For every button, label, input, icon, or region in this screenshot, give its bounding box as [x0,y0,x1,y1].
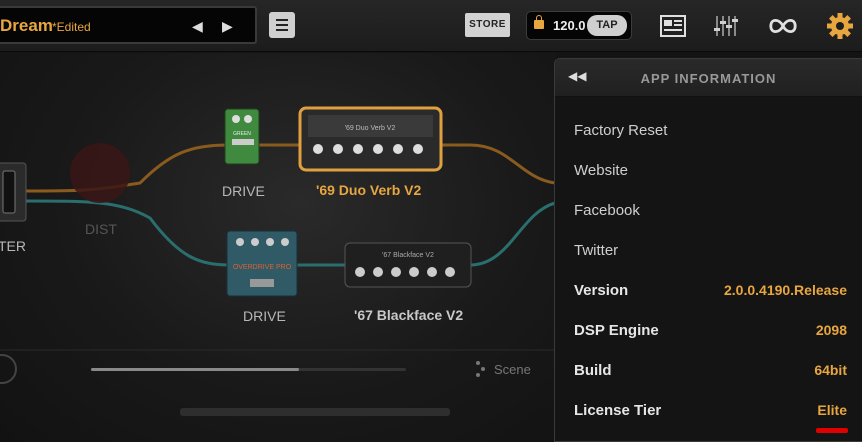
svg-text:OVERDRIVE PRO: OVERDRIVE PRO [233,264,292,271]
preset-selector[interactable]: Dream *Edited ◀ ▶ [0,6,257,44]
panel-title: APP INFORMATION [640,71,777,86]
license-tier-value: Elite [817,402,847,418]
panel-header: ◀◀ APP INFORMATION [555,59,862,97]
dsp-engine-row: DSP Engine 2098 [555,311,862,351]
top-drive-label[interactable]: DRIVE [222,183,265,199]
version-row: Version 2.0.0.4190.Release [555,271,862,311]
bottom-drive-label[interactable]: DRIVE [243,308,286,324]
build-row: Build 64bit [555,351,862,391]
website-item[interactable]: Website [555,151,862,191]
presets-book-icon[interactable] [658,12,688,40]
menu-item-label[interactable]: Facebook [574,202,640,219]
svg-text:GREEN: GREEN [233,131,251,137]
mixer-icon[interactable] [713,12,743,40]
facebook-item[interactable]: Facebook [555,191,862,231]
info-label: Build [574,362,612,379]
gear-icon[interactable] [825,12,855,40]
factory-reset-item[interactable]: Factory Reset [555,111,862,151]
bottom-amp-label[interactable]: '67 Blackface V2 [354,307,463,323]
chain-scrollbar[interactable] [91,368,406,371]
license-tier-row: License Tier Elite [555,391,862,431]
info-label: DSP Engine [574,322,659,339]
signal-chain-board: GREEN '69 Duo Verb V2 OVERDRIVE PRO '67 … [0,53,555,442]
tap-button[interactable]: TAP [587,15,627,36]
store-button[interactable]: STORE [465,13,510,37]
preset-edited-badge: *Edited [52,20,91,34]
loop-icon[interactable] [768,12,798,40]
hamburger-icon [276,19,288,21]
tempo-control[interactable]: 120.0 TAP [526,11,632,40]
svg-text:'69 Duo Verb V2: '69 Duo Verb V2 [345,125,396,132]
app-information-panel: ◀◀ APP INFORMATION Factory Reset Website… [554,58,862,442]
triangle-left-icon[interactable]: ◀ [192,18,203,35]
signal-cables: GREEN '69 Duo Verb V2 OVERDRIVE PRO '67 … [0,106,555,416]
menu-item-label[interactable]: Factory Reset [574,122,667,139]
top-bar: Dream *Edited ◀ ▶ STORE 120.0 TAP [0,0,862,52]
info-label: Version [574,282,629,299]
menu-item-label[interactable]: Website [574,162,628,179]
info-label: License Tier [574,402,662,419]
scene-button[interactable]: Scene [494,362,531,377]
lock-icon[interactable] [534,15,544,29]
tempo-value[interactable]: 120.0 [553,18,586,33]
preset-name: Dream [0,16,53,35]
input-block-label: TER [0,238,26,254]
top-amp-label[interactable]: '69 Duo Verb V2 [316,182,421,198]
annotation-underline [816,428,848,433]
svg-text:'67 Blackface V2: '67 Blackface V2 [382,252,434,259]
dist-block-label[interactable]: DIST [85,221,117,237]
menu-item-label[interactable]: Twitter [574,242,618,259]
menu-button[interactable] [269,12,295,38]
version-value: 2.0.0.4190.Release [724,282,847,298]
twitter-item[interactable]: Twitter [555,231,862,271]
triangle-right-icon[interactable]: ▶ [222,18,233,35]
dsp-engine-value: 2098 [815,322,847,338]
chain-scrollbar-thumb[interactable] [91,368,299,371]
build-value: 64bit [814,362,847,378]
